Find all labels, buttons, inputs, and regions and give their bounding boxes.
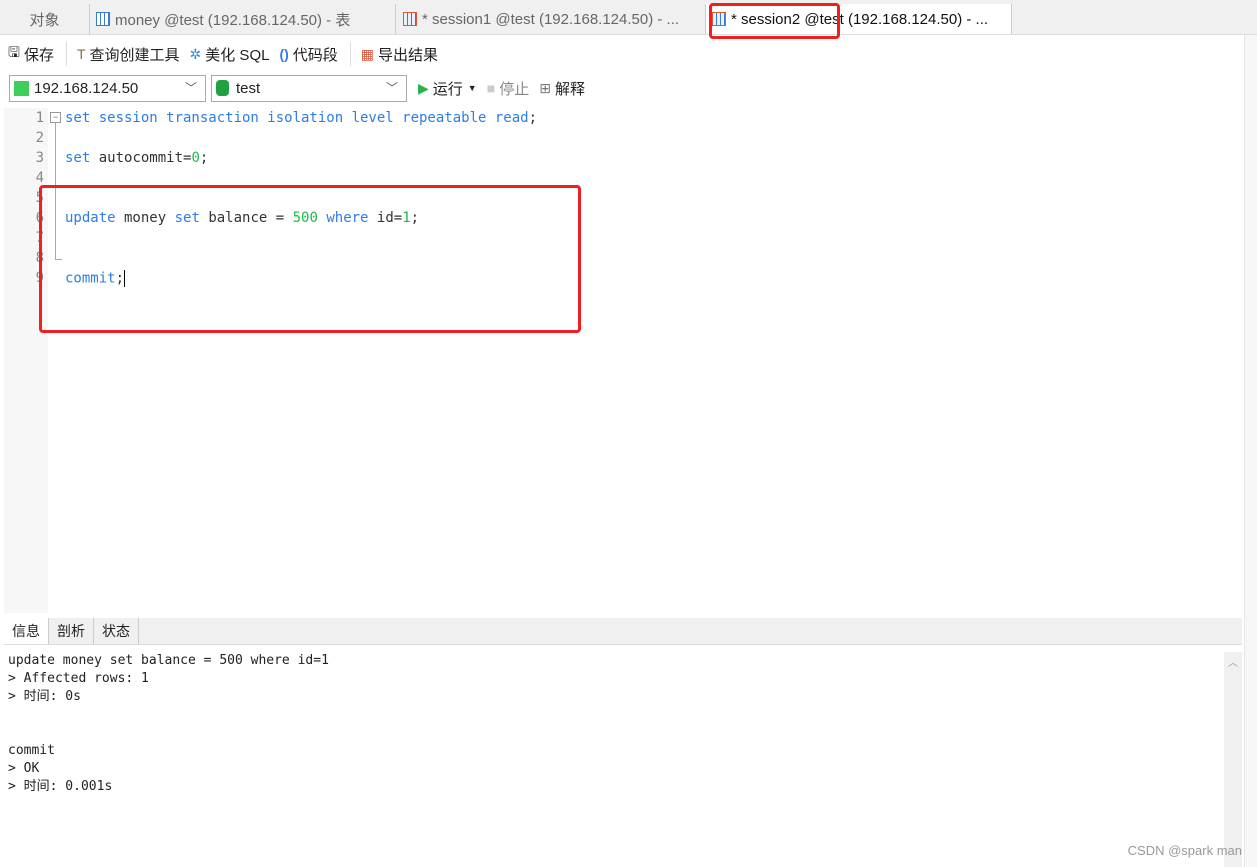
highlight-box-tab — [709, 3, 840, 39]
tab-status[interactable]: 状态 — [94, 618, 139, 644]
tab-bar: 对象 money @test (192.168.124.50) - 表 * se… — [0, 0, 1257, 35]
tab-objects[interactable]: 对象 — [0, 4, 90, 34]
toolbar: 🖫 保存 T 查询创建工具 ✲ 美化 SQL () 代码段 ▦ 导出结果 — [0, 38, 1250, 70]
divider — [65, 42, 67, 66]
chevron-down-icon: ﹀ — [385, 80, 398, 95]
database-icon — [216, 80, 229, 96]
watermark: CSDN @spark man — [1127, 843, 1242, 858]
query-builder-button[interactable]: T 查询创建工具 — [77, 44, 180, 65]
connection-bar: 192.168.124.50 ﹀ test ﹀ ▶ 运行 ▼ ■ 停止 ⊞ 解释 — [0, 74, 595, 102]
table-icon — [96, 12, 110, 26]
line-number: 4 — [35, 170, 44, 186]
sql-editor[interactable]: 1 2 3 4 5 6 7 8 9 − set session transact… — [4, 108, 1242, 613]
message-output: update money set balance = 500 where id=… — [8, 653, 329, 794]
mysql-icon — [14, 80, 29, 96]
tab-money-table[interactable]: money @test (192.168.124.50) - 表 — [90, 4, 396, 34]
run-button[interactable]: ▶ 运行 ▼ — [418, 78, 477, 99]
snippet-button[interactable]: () 代码段 — [279, 44, 337, 65]
explain-button[interactable]: ⊞ 解释 — [539, 78, 585, 99]
code-line-1: set session transaction isolation level … — [65, 110, 538, 126]
explain-icon: ⊞ — [539, 79, 551, 96]
connection-select[interactable]: 192.168.124.50 ﹀ — [9, 74, 206, 102]
chevron-down-icon: ﹀ — [184, 80, 197, 95]
tab-info[interactable]: 信息 — [4, 618, 49, 644]
highlight-box-code — [39, 185, 581, 333]
right-panel-strip — [1244, 35, 1257, 867]
tab-profile[interactable]: 剖析 — [49, 618, 94, 644]
scroll-up-icon[interactable]: ︿ — [1224, 654, 1242, 669]
export-results-button[interactable]: ▦ 导出结果 — [361, 44, 438, 65]
line-number: 1 — [35, 110, 44, 126]
save-icon: 🖫 — [8, 44, 20, 60]
tab-session1[interactable]: * session1 @test (192.168.124.50) - ... — [397, 4, 706, 34]
brackets-icon: () — [279, 46, 289, 62]
save-button[interactable]: 🖫 保存 — [8, 42, 54, 66]
fold-toggle-icon[interactable]: − — [50, 112, 61, 123]
line-number: 2 — [35, 130, 44, 146]
result-tabs: 信息 剖析 状态 — [4, 618, 1242, 645]
export-icon: ▦ — [360, 45, 375, 62]
magic-wand-icon: ✲ — [189, 45, 202, 62]
dropdown-arrow-icon[interactable]: ▼ — [468, 83, 477, 93]
divider — [349, 42, 351, 66]
stop-icon: ■ — [486, 80, 496, 96]
line-number: 3 — [35, 150, 44, 166]
play-icon: ▶ — [418, 79, 429, 96]
code-line-3: set autocommit=0; — [65, 150, 209, 166]
beautify-sql-button[interactable]: ✲ 美化 SQL — [190, 44, 270, 65]
database-select[interactable]: test ﹀ — [211, 74, 407, 102]
stop-button[interactable]: ■ 停止 — [487, 78, 529, 99]
query-icon — [403, 12, 417, 26]
line-gutter: 1 2 3 4 5 6 7 8 9 — [4, 108, 48, 613]
hammer-icon: T — [76, 46, 86, 62]
message-scrollbar[interactable]: ︿ — [1224, 652, 1242, 867]
